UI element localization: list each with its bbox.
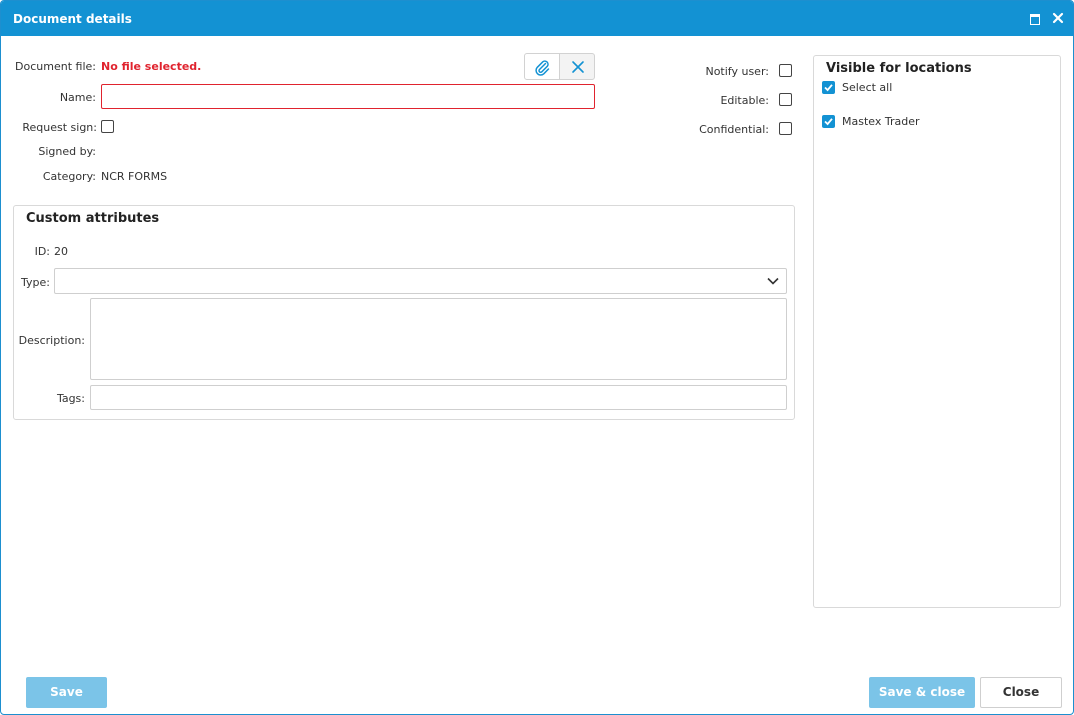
notify-user-checkbox[interactable] [779, 64, 792, 77]
description-label: Description: [18, 334, 85, 347]
locations-title: Visible for locations [826, 61, 972, 76]
save-button[interactable]: Save [26, 677, 107, 708]
mastex-trader-label: Mastex Trader [842, 115, 920, 128]
tags-label: Tags: [56, 392, 85, 405]
chevron-down-icon [767, 277, 779, 285]
editable-checkbox[interactable] [779, 93, 792, 106]
category-value: NCR FORMS [101, 170, 168, 183]
request-sign-label: Request sign: [22, 121, 97, 134]
close-button[interactable]: Close [980, 677, 1062, 708]
custom-attributes-title: Custom attributes [26, 211, 160, 226]
request-sign-checkbox[interactable] [101, 120, 114, 133]
mastex-trader-checkbox[interactable] [822, 115, 835, 128]
document-details-dialog: Document details Document file: No file … [0, 0, 1074, 715]
checkmark-icon [824, 84, 833, 92]
select-all-label: Select all [842, 81, 893, 94]
tags-input[interactable] [90, 385, 787, 410]
window-close-icon[interactable] [1051, 11, 1065, 25]
id-label: ID: [34, 245, 50, 258]
title-bar: Document details [1, 1, 1073, 36]
editable-label: Editable: [720, 94, 769, 107]
paperclip-icon [535, 60, 550, 76]
description-textarea[interactable] [90, 298, 787, 380]
checkmark-icon [824, 118, 833, 126]
locations-panel: Visible for locations Select all Mastex … [813, 55, 1061, 608]
maximize-icon[interactable] [1028, 11, 1042, 25]
select-all-checkbox[interactable] [822, 81, 835, 94]
close-icon [572, 61, 584, 73]
save-and-close-button[interactable]: Save & close [869, 677, 975, 708]
id-value: 20 [54, 245, 68, 258]
confidential-checkbox[interactable] [779, 122, 792, 135]
confidential-label: Confidential: [699, 123, 769, 136]
name-label: Name: [59, 91, 96, 104]
custom-attributes-panel: Custom attributes ID: 20 Type: Descripti… [13, 205, 795, 420]
signed-by-label: Signed by: [38, 145, 96, 158]
clear-file-button[interactable] [559, 53, 595, 80]
category-label: Category: [42, 170, 96, 183]
location-item[interactable]: Select all [822, 81, 1042, 99]
attach-file-button[interactable] [524, 53, 560, 80]
notify-user-label: Notify user: [705, 65, 769, 78]
type-select[interactable] [54, 268, 787, 294]
location-item[interactable]: Mastex Trader [822, 115, 1042, 133]
document-file-label: Document file: [15, 60, 96, 73]
document-file-value: No file selected. [101, 60, 202, 73]
dialog-title: Document details [13, 12, 132, 26]
name-input[interactable] [101, 84, 595, 109]
type-label: Type: [21, 276, 50, 289]
